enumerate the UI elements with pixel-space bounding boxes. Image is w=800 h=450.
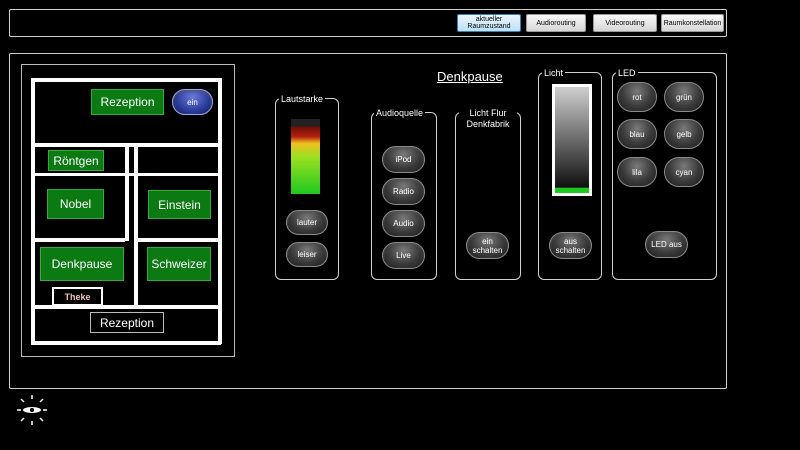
room-nobel[interactable]: Nobel	[47, 189, 104, 219]
source-live-button[interactable]: Live	[382, 242, 425, 269]
source-audio-button[interactable]: Audio	[382, 210, 425, 237]
rezeption-toggle[interactable]: ein	[172, 89, 213, 115]
room-einstein[interactable]: Einstein	[148, 190, 211, 219]
source-ipod-button[interactable]: iPod	[382, 146, 425, 173]
room-rezeption-top[interactable]: Rezeption	[91, 89, 164, 115]
volume-up-button[interactable]: lauter	[286, 210, 328, 235]
volume-down-button[interactable]: leiser	[286, 242, 328, 267]
wall	[125, 143, 129, 241]
tab-videorouting[interactable]: Videorouting	[593, 14, 657, 32]
led-rot-button[interactable]: rot	[617, 82, 657, 112]
wall	[31, 238, 125, 242]
room-theke[interactable]: Theke	[52, 287, 103, 306]
tab-raumkonstellation[interactable]: Raumkonstellation	[661, 14, 724, 32]
room-schweizer[interactable]: Schweizer	[147, 247, 211, 281]
led-blau-button[interactable]: blau	[617, 119, 657, 149]
audio-source-label: Audioquelle	[374, 108, 426, 118]
corridor-light-on-button[interactable]: ein schalten	[466, 232, 509, 259]
source-radio-button[interactable]: Radio	[382, 178, 425, 205]
light-slider[interactable]	[552, 84, 592, 196]
led-gelb-button[interactable]: gelb	[664, 119, 704, 149]
volume-meter-fill	[291, 126, 320, 194]
light-off-button[interactable]: aus schalten	[549, 232, 592, 259]
corridor-light-label: Licht Flur Denkfabrik	[459, 108, 517, 130]
led-off-button[interactable]: LED aus	[645, 231, 688, 258]
led-cyan-button[interactable]: cyan	[664, 157, 704, 187]
wall	[134, 238, 220, 242]
clock-sun-icon	[17, 395, 47, 425]
room-roentgen[interactable]: Röntgen	[48, 150, 104, 171]
tab-raumzustand[interactable]: aktueller Raumzustand	[457, 14, 521, 32]
wall	[31, 341, 221, 345]
room-rezeption-bottom[interactable]: Rezeption	[90, 312, 164, 333]
light-label: Licht	[542, 68, 566, 78]
led-label: LED	[616, 68, 638, 78]
light-slider-level	[555, 187, 589, 193]
led-lila-button[interactable]: lila	[617, 157, 657, 187]
led-gruen-button[interactable]: grün	[664, 82, 704, 112]
volume-meter	[291, 119, 320, 194]
wall	[134, 143, 138, 241]
light-slider-track	[555, 87, 589, 193]
tab-audiorouting[interactable]: Audiorouting	[526, 14, 586, 32]
room-denkpause[interactable]: Denkpause	[40, 247, 124, 281]
wall	[31, 78, 221, 82]
room-title: Denkpause	[437, 69, 503, 84]
volume-label: Lautstarke	[279, 94, 326, 104]
wall	[134, 238, 138, 308]
